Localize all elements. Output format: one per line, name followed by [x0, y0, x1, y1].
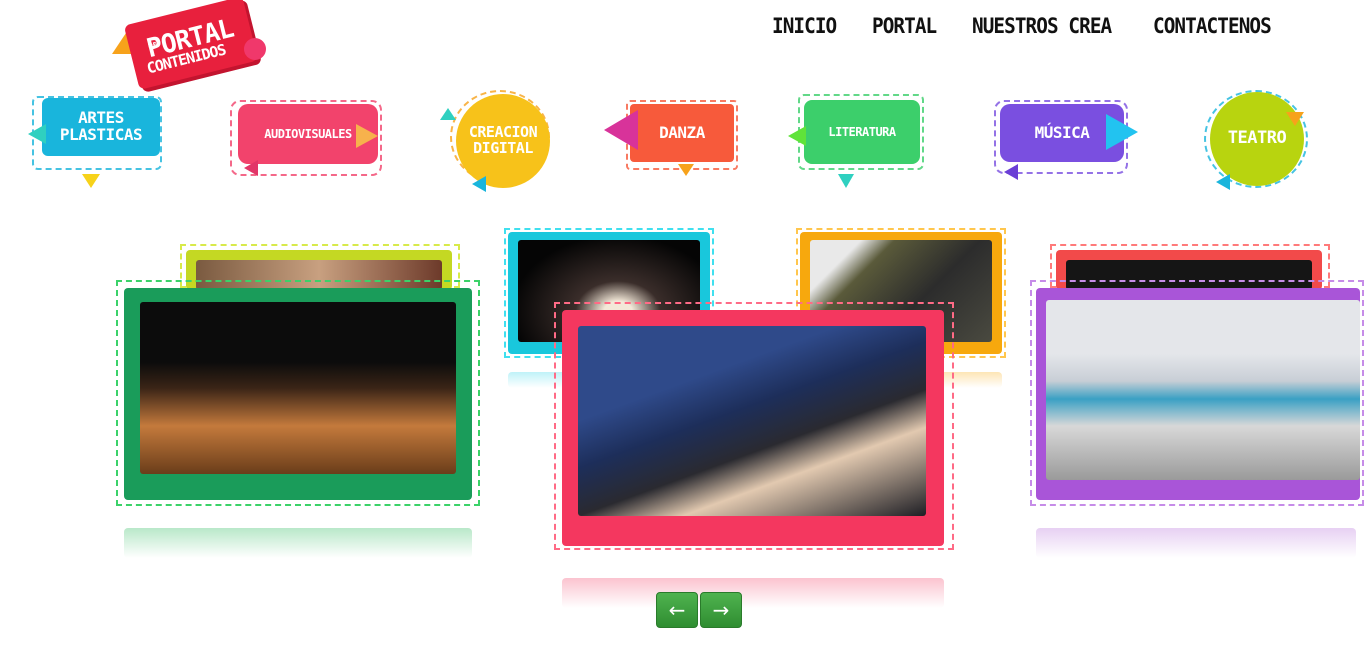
carousel-prev-button[interactable]: ←	[656, 592, 698, 628]
nav-contactenos[interactable]: CONTACTENOS	[1153, 14, 1272, 38]
carousel-card-reading-origami[interactable]	[554, 302, 956, 552]
triangle-icon	[788, 126, 806, 146]
category-creacion-digital[interactable]: CREACION DIGITAL	[440, 90, 568, 192]
card-photo	[578, 326, 926, 516]
triangle-icon	[82, 174, 100, 188]
logo-dot	[244, 38, 266, 60]
triangle-icon	[678, 164, 694, 176]
card-reflection	[1036, 528, 1356, 558]
nav-inicio[interactable]: INICIO	[772, 14, 837, 38]
nav-nuestros-crea[interactable]: NUESTROS CREA	[972, 14, 1112, 38]
category-artes-plasticas[interactable]: ARTES PLASTICAS	[26, 90, 166, 188]
triangle-icon	[604, 110, 638, 150]
nav-portal[interactable]: PORTAL	[872, 14, 937, 38]
triangle-icon	[1216, 174, 1230, 190]
carousel-next-button[interactable]: →	[700, 592, 742, 628]
triangle-icon	[1106, 114, 1138, 150]
triangle-icon	[1004, 164, 1018, 180]
carousel-card-outdoor-dance[interactable]	[1030, 280, 1364, 508]
category-label: ARTES PLASTICAS	[42, 98, 160, 156]
card-reflection	[562, 578, 944, 608]
triangle-icon	[244, 160, 258, 176]
card-photo	[140, 302, 456, 474]
triangle-icon	[1286, 112, 1304, 126]
main-nav: INICIO PORTAL NUESTROS CREA CONTACTENOS	[772, 14, 1281, 38]
category-danza[interactable]: DANZA	[600, 98, 740, 182]
category-musica[interactable]: MÚSICA	[988, 98, 1146, 182]
triangle-icon	[28, 124, 46, 144]
triangle-icon	[440, 108, 456, 120]
category-label: LITERATURA	[804, 100, 920, 164]
card-photo	[1046, 300, 1360, 480]
category-literatura[interactable]: LITERATURA	[786, 94, 928, 188]
carousel-card-music-concert[interactable]	[116, 280, 482, 508]
category-label: CREACION DIGITAL	[456, 94, 550, 188]
category-audiovisuales[interactable]: AUDIOVISUALES	[226, 98, 392, 182]
category-teatro[interactable]: TEATRO	[1190, 90, 1320, 190]
portal-logo[interactable]: PORTAL DE CONTENIDOS	[112, 0, 277, 102]
triangle-icon	[356, 124, 378, 148]
triangle-icon	[838, 174, 854, 188]
category-label: TEATRO	[1210, 92, 1304, 186]
card-reflection	[124, 528, 472, 558]
triangle-icon	[472, 176, 486, 192]
category-label: DANZA	[630, 104, 734, 162]
